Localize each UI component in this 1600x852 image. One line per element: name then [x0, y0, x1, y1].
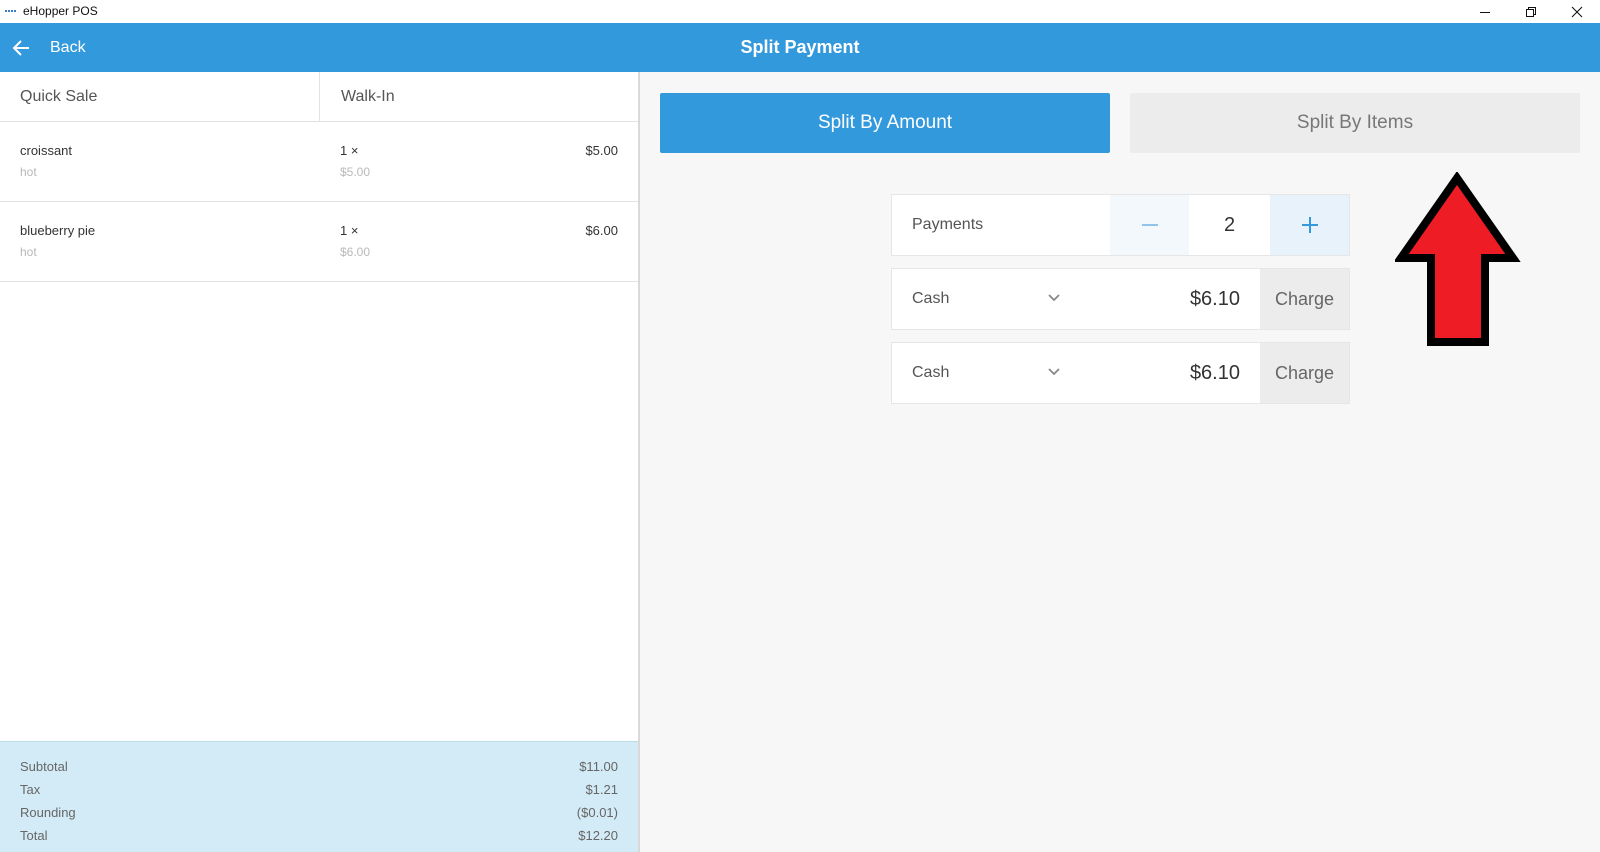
order-item-row[interactable]: croissant hot 1 × $5.00 $5.00 [0, 122, 638, 202]
payment-method-select[interactable]: Cash [892, 269, 1082, 329]
item-price: $5.00 [585, 143, 618, 158]
app-header: Back Split Payment [0, 23, 1600, 72]
page-title: Split Payment [740, 37, 860, 57]
charge-button[interactable]: Charge [1260, 343, 1349, 403]
annotation-up-arrow [1395, 172, 1521, 346]
totals-row: Total $12.20 [0, 825, 638, 847]
window-titlebar: eHopper POS [0, 0, 1600, 23]
back-button[interactable]: Back [12, 35, 86, 61]
minus-icon [1141, 224, 1158, 226]
increase-payments-button[interactable] [1270, 195, 1349, 255]
rounding-value: ($0.01) [576, 805, 618, 820]
app-icon [5, 10, 17, 13]
back-arrow-icon [12, 40, 29, 56]
item-price: $6.00 [585, 223, 618, 238]
totals-row: Rounding ($0.01) [0, 802, 638, 824]
item-quantity: 1 × [340, 143, 359, 158]
minimize-button[interactable] [1462, 0, 1508, 23]
plus-icon [1301, 217, 1318, 233]
customer-name[interactable]: Walk-In [321, 72, 638, 121]
subtotal-value: $11.00 [579, 759, 618, 774]
maximize-icon [1526, 6, 1536, 17]
payment-method-label: Cash [912, 290, 950, 307]
rounding-label: Rounding [20, 805, 76, 820]
payment-method-select[interactable]: Cash [892, 343, 1082, 403]
payment-line: Cash Charge [891, 342, 1350, 404]
split-by-amount-button[interactable]: Split By Amount [660, 93, 1110, 153]
item-modifier: hot [20, 245, 37, 259]
decrease-payments-button[interactable] [1110, 195, 1189, 255]
split-by-items-button[interactable]: Split By Items [1130, 93, 1580, 153]
totals-row: Subtotal $11.00 [0, 756, 638, 778]
item-quantity: 1 × [340, 223, 359, 238]
payments-count: 2 [1189, 195, 1270, 255]
window-title: eHopper POS [23, 4, 98, 18]
payments-stepper-row: Payments 2 [891, 194, 1350, 256]
item-modifier: hot [20, 165, 37, 179]
chevron-down-icon [1048, 368, 1060, 376]
order-totals: Subtotal $11.00 Tax $1.21 Rounding ($0.0… [0, 741, 638, 852]
payment-amount-input[interactable] [1082, 343, 1252, 403]
customer-type[interactable]: Quick Sale [0, 72, 320, 121]
item-name: croissant [20, 143, 73, 158]
minimize-icon [1480, 11, 1490, 13]
close-icon [1571, 6, 1583, 17]
payment-line: Cash Charge [891, 268, 1350, 330]
payments-label: Payments [912, 216, 984, 233]
item-unit-price: $5.00 [340, 165, 371, 179]
charge-button[interactable]: Charge [1260, 269, 1349, 329]
back-label: Back [50, 39, 86, 56]
tax-value: $1.21 [585, 782, 618, 797]
payment-amount-input[interactable] [1082, 269, 1252, 329]
total-value: $12.20 [578, 828, 618, 843]
order-panel: Quick Sale Walk-In croissant hot 1 × $5.… [0, 72, 640, 852]
chevron-down-icon [1048, 294, 1060, 302]
close-button[interactable] [1554, 0, 1600, 23]
order-item-row[interactable]: blueberry pie hot 1 × $6.00 $6.00 [0, 202, 638, 282]
total-label: Total [20, 828, 48, 843]
totals-row: Tax $1.21 [0, 779, 638, 801]
maximize-button[interactable] [1508, 0, 1554, 23]
subtotal-label: Subtotal [20, 759, 68, 774]
tax-label: Tax [20, 782, 41, 797]
payment-method-label: Cash [912, 364, 950, 381]
item-unit-price: $6.00 [340, 245, 371, 259]
item-name: blueberry pie [20, 223, 96, 238]
customer-row: Quick Sale Walk-In [0, 72, 638, 122]
